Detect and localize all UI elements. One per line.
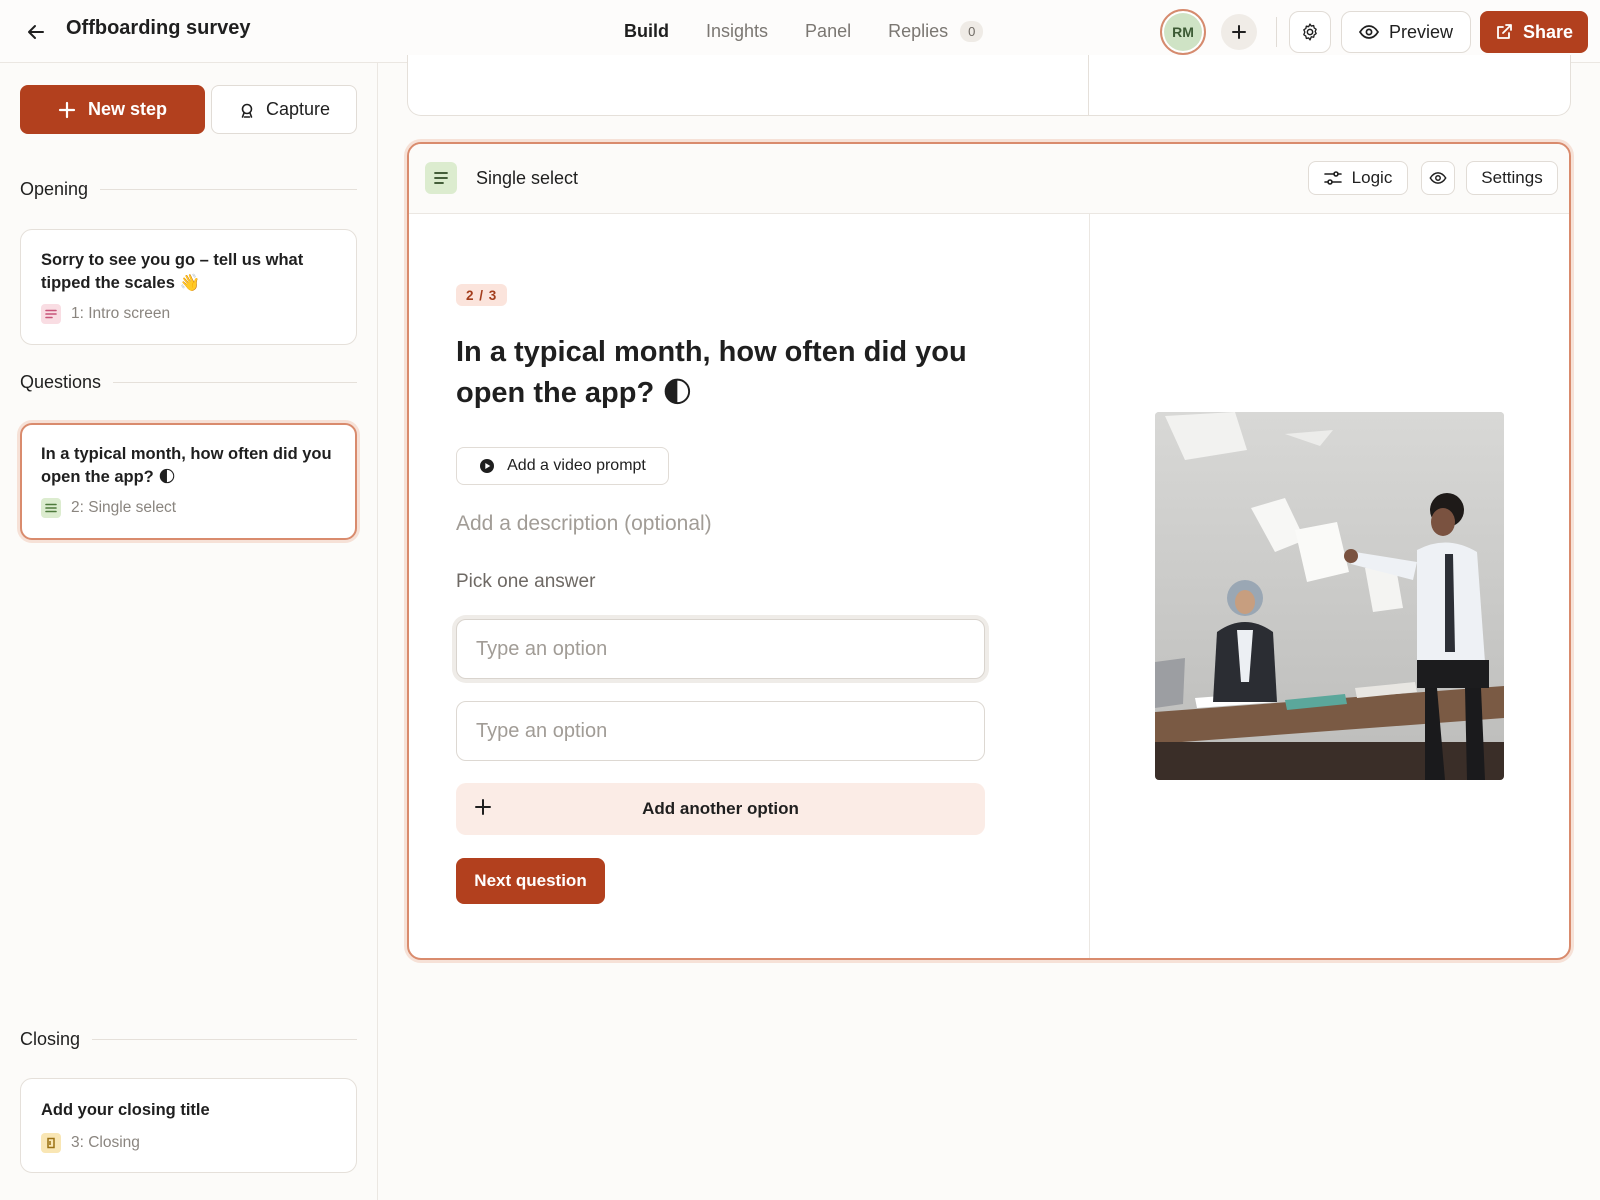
add-option-button[interactable]: Add another option	[456, 783, 985, 835]
external-link-icon	[1497, 24, 1512, 39]
question-type-label: Single select	[476, 168, 579, 188]
replies-count-badge: 0	[960, 21, 984, 42]
logic-button[interactable]: Logic	[1308, 161, 1408, 195]
section-divider	[100, 189, 357, 190]
share-label: Share	[1522, 21, 1574, 42]
eye-icon	[1429, 172, 1447, 184]
tab-panel-label: Panel	[805, 21, 852, 41]
step-meta: 2: Single select	[71, 499, 177, 516]
section-opening: Opening	[20, 179, 357, 200]
step-text: In a typical month, how often did you op…	[41, 445, 332, 486]
closing-icon	[41, 1133, 61, 1153]
step-text: Sorry to see you go – tell us what tippe…	[41, 251, 304, 292]
single-select-icon	[41, 498, 61, 518]
tab-bar: Build Insights Panel Replies 0	[624, 0, 1020, 63]
preview-button[interactable]: Preview	[1341, 11, 1471, 53]
editor-divider	[1089, 214, 1090, 958]
section-questions: Questions	[20, 372, 357, 393]
back-button[interactable]	[22, 18, 50, 46]
step-meta: 3: Closing	[71, 1134, 140, 1151]
question-settings-button[interactable]: Settings	[1466, 161, 1558, 195]
tab-build-label: Build	[624, 21, 669, 41]
question-title[interactable]: In a typical month, how often did you op…	[456, 332, 996, 414]
eye-icon	[1358, 25, 1379, 39]
logic-label: Logic	[1351, 168, 1393, 187]
capture-button[interactable]: Capture	[211, 85, 357, 134]
question-counter: 2 / 3	[456, 284, 508, 306]
avatar[interactable]: RM	[1160, 9, 1206, 55]
tab-replies-label: Replies	[888, 21, 949, 41]
invite-button[interactable]	[1221, 14, 1257, 50]
next-question-button[interactable]: Next question	[456, 858, 605, 904]
section-divider	[113, 382, 357, 383]
gear-icon	[1303, 23, 1317, 41]
settings-button[interactable]	[1289, 11, 1331, 53]
sliders-icon	[1323, 171, 1342, 185]
steps-sidebar: New step Capture Opening Sorry to see yo…	[0, 63, 378, 1200]
tab-panel[interactable]: Panel	[805, 0, 851, 63]
preview-label: Preview	[1388, 21, 1454, 42]
step-meta: 1: Intro screen	[71, 305, 171, 322]
question-image[interactable]	[1155, 412, 1504, 780]
question-editor-card: Single select Logic Settings 2 / 3 In a …	[407, 142, 1571, 960]
top-bar: Offboarding survey Build Insights Panel …	[0, 0, 1600, 63]
step-card-closing[interactable]: Add your closing title 3: Closing	[20, 1078, 357, 1173]
single-select-icon	[425, 162, 457, 194]
tab-insights[interactable]: Insights	[706, 0, 768, 63]
capture-icon	[241, 103, 253, 118]
intro-screen-icon	[41, 304, 61, 324]
pick-one-label: Pick one answer	[456, 571, 596, 592]
step-text: Add your closing title	[41, 1101, 210, 1119]
share-button[interactable]: Share	[1480, 11, 1588, 53]
tab-replies[interactable]: Replies 0	[888, 0, 984, 63]
play-icon	[480, 459, 495, 473]
new-step-button[interactable]: New step	[20, 85, 205, 134]
plus-icon	[58, 101, 76, 118]
previous-step-card[interactable]	[407, 55, 1571, 116]
section-divider	[92, 1039, 357, 1040]
option-input-1[interactable]	[456, 619, 985, 679]
step-card-single-select[interactable]: In a typical month, how often did you op…	[20, 423, 357, 540]
toolbar-divider	[1276, 17, 1277, 47]
step-card-intro[interactable]: Sorry to see you go – tell us what tippe…	[20, 229, 357, 345]
add-video-prompt-button[interactable]: Add a video prompt	[456, 447, 669, 485]
visibility-toggle[interactable]	[1421, 161, 1455, 195]
plus-icon	[475, 799, 491, 815]
card-divider	[1088, 55, 1089, 115]
section-title: Questions	[20, 372, 102, 392]
tab-build[interactable]: Build	[624, 0, 669, 63]
new-step-label: New step	[87, 99, 168, 119]
section-title: Closing	[20, 1029, 81, 1049]
section-closing: Closing	[20, 1029, 357, 1050]
tab-insights-label: Insights	[706, 21, 769, 41]
arrow-left-icon	[28, 25, 44, 39]
capture-label: Capture	[265, 99, 331, 119]
section-title: Opening	[20, 179, 89, 199]
description-field[interactable]: Add a description (optional)	[456, 512, 712, 536]
plus-icon	[1232, 25, 1246, 39]
editor-header: Single select Logic Settings	[409, 144, 1569, 214]
video-prompt-label: Add a video prompt	[507, 457, 646, 474]
option-input-2[interactable]	[456, 701, 985, 761]
add-option-label: Add another option	[642, 799, 799, 818]
survey-title[interactable]: Offboarding survey	[66, 17, 250, 40]
